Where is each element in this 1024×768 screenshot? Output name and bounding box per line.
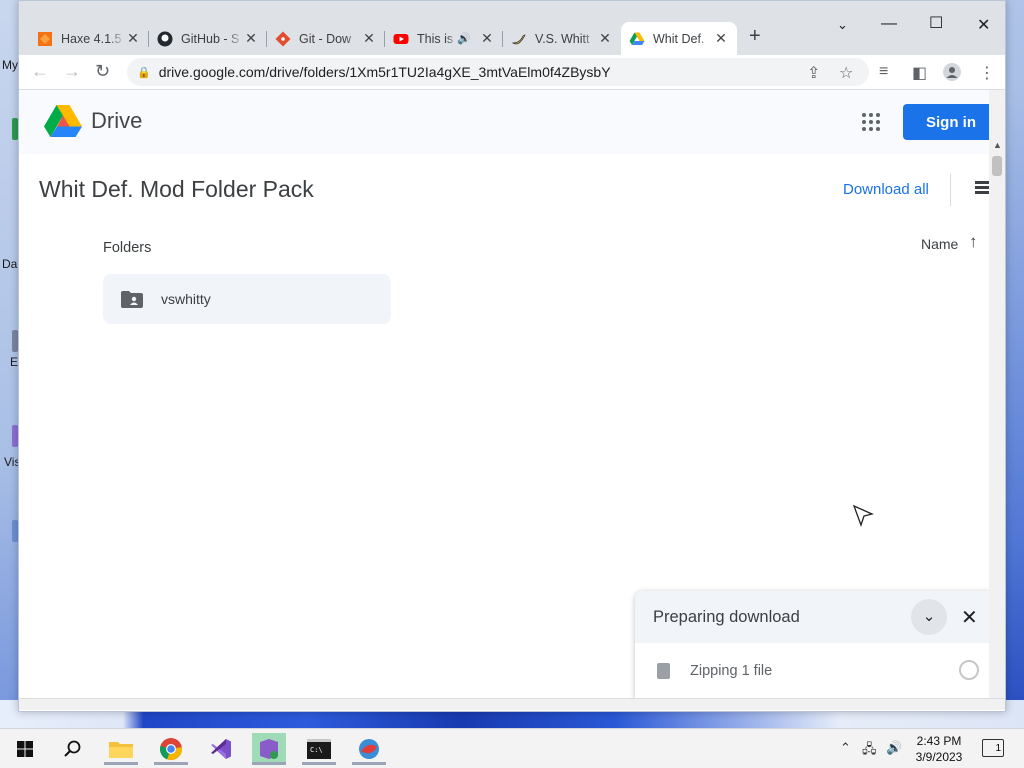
audio-playing-icon[interactable]: 🔊 <box>457 32 471 45</box>
scroll-up-icon[interactable]: ▲ <box>993 140 1002 150</box>
new-tab-button[interactable]: + <box>749 25 761 48</box>
show-hidden-icons-icon[interactable]: ⌃ <box>840 740 851 756</box>
tab-github[interactable]: GitHub - S ✕ <box>149 22 267 55</box>
scrollbar-thumb[interactable] <box>992 156 1002 176</box>
download-status-text: Zipping 1 file <box>690 663 773 679</box>
tab-label: This is <box>417 31 454 46</box>
close-tab-icon[interactable]: ✕ <box>361 30 377 47</box>
tab-label: Git - Dow <box>299 31 352 46</box>
tab-haxe[interactable]: Haxe 4.1.5 ✕ <box>29 22 149 55</box>
download-panel-header: Preparing download ⌄ ✕ <box>635 591 995 643</box>
banana-icon <box>511 34 526 44</box>
svg-text:C:\: C:\ <box>310 746 323 754</box>
command-prompt-icon[interactable]: C:\ <box>302 733 336 765</box>
maximize-button[interactable]: ☐ <box>929 13 943 33</box>
mouse-cursor-icon <box>852 504 874 527</box>
close-tab-icon[interactable]: ✕ <box>713 30 729 47</box>
close-tab-icon[interactable]: ✕ <box>125 30 141 47</box>
git-icon <box>275 31 291 46</box>
url-text: drive.google.com/drive/folders/1Xm5r1TU2… <box>158 64 611 80</box>
profile-avatar-icon[interactable] <box>943 63 961 81</box>
tab-strip: Haxe 4.1.5 ✕ GitHub - S ✕ Git - Dow ✕ Th… <box>19 1 1005 55</box>
notification-count: 1 <box>995 743 1001 754</box>
download-panel-title: Preparing download <box>653 608 800 626</box>
google-drive-logo-icon <box>44 105 82 137</box>
tab-drive-active[interactable]: Whit Def. ✕ <box>621 22 737 55</box>
sort-by-name-button[interactable]: Name <box>921 236 958 252</box>
tab-label: GitHub - S <box>181 31 240 46</box>
forward-button[interactable]: → <box>63 61 81 82</box>
sign-in-button[interactable]: Sign in <box>903 104 999 140</box>
close-tab-icon[interactable]: ✕ <box>243 30 259 47</box>
reload-button[interactable]: ↻ <box>95 61 110 82</box>
divider <box>950 174 951 206</box>
drive-icon <box>629 32 645 45</box>
browser-toolbar: ← → ↻ 🔒 drive.google.com/drive/folders/1… <box>19 55 1005 90</box>
page-title: Whit Def. Mod Folder Pack <box>39 176 314 202</box>
drive-page: Drive Sign in Whit Def. Mod Folder Pack … <box>19 90 999 699</box>
visual-studio-icon[interactable] <box>204 733 238 765</box>
desktop-label-da: Da <box>2 257 18 271</box>
close-icon[interactable]: ✕ <box>961 605 978 630</box>
progress-spinner-icon <box>959 660 979 680</box>
vertical-scrollbar[interactable]: ▲ <box>989 90 1005 698</box>
file-explorer-icon[interactable] <box>104 733 138 765</box>
haxe-icon <box>38 31 52 46</box>
drive-product-name: Drive <box>91 108 143 133</box>
lock-icon[interactable]: 🔒 <box>137 66 151 79</box>
address-bar[interactable]: 🔒 drive.google.com/drive/folders/1Xm5r1T… <box>127 58 869 86</box>
tab-label: Whit Def. <box>653 31 705 46</box>
browser-menu-icon[interactable]: ⋮ <box>979 63 995 83</box>
tab-vs-whitty[interactable]: V.S. Whitt ✕ <box>503 22 621 55</box>
youtube-icon <box>393 33 409 44</box>
haxe-game-icon[interactable] <box>352 733 386 765</box>
github-icon <box>157 31 173 46</box>
search-icon[interactable] <box>56 733 90 765</box>
minimize-button[interactable]: — <box>881 15 897 33</box>
bookmark-star-icon[interactable]: ☆ <box>839 63 853 83</box>
system-clock[interactable]: 2:43 PM 3/9/2023 <box>912 733 966 765</box>
notification-center-icon[interactable]: 1 <box>982 739 1004 757</box>
close-window-button[interactable]: ✕ <box>977 15 990 35</box>
taskbar: C:\ ⌃ 🖧 🔊 2:43 PM 3/9/2023 1 <box>0 728 1024 768</box>
network-icon[interactable]: 🖧 <box>862 740 877 762</box>
media-control-icon[interactable]: ≡ <box>879 63 888 81</box>
drive-header: Drive Sign in <box>19 90 999 154</box>
folder-item[interactable]: vswhitty <box>103 274 391 324</box>
close-tab-icon[interactable]: ✕ <box>597 30 613 47</box>
clock-date: 3/9/2023 <box>915 750 963 764</box>
tab-label: V.S. Whitt <box>535 31 590 46</box>
tab-label: Haxe 4.1.5 <box>61 31 122 46</box>
browser-window: Haxe 4.1.5 ✕ GitHub - S ✕ Git - Dow ✕ Th… <box>18 0 1006 712</box>
side-panel-icon[interactable]: ◧ <box>912 63 927 83</box>
desktop-label-my: My <box>2 58 18 72</box>
file-icon <box>657 663 670 679</box>
download-all-button[interactable]: Download all <box>843 181 929 198</box>
clock-time: 2:43 PM <box>916 734 962 748</box>
installer-app-icon[interactable] <box>252 733 286 765</box>
desktop-label-e: E <box>10 355 19 369</box>
collapse-chevron-icon[interactable]: ⌄ <box>911 599 947 635</box>
folder-name: vswhitty <box>161 291 211 307</box>
windows-start-icon[interactable] <box>8 733 42 765</box>
horizontal-scrollbar[interactable] <box>19 698 1005 710</box>
close-tab-icon[interactable]: ✕ <box>479 30 495 47</box>
tab-youtube[interactable]: This is 🔊 ✕ <box>385 22 503 55</box>
share-icon[interactable]: ⇪ <box>807 63 820 83</box>
google-apps-icon[interactable] <box>862 113 880 131</box>
chrome-icon[interactable] <box>154 733 188 765</box>
shared-folder-icon <box>121 290 143 308</box>
tab-git[interactable]: Git - Dow ✕ <box>267 22 385 55</box>
download-panel: Preparing download ⌄ ✕ Zipping 1 file <box>635 591 995 699</box>
sort-ascending-icon[interactable]: ↑ <box>969 232 978 252</box>
tab-search-icon[interactable]: ⌄ <box>837 17 848 33</box>
back-button[interactable]: ← <box>31 61 49 82</box>
volume-icon[interactable]: 🔊 <box>886 740 902 756</box>
folders-section-label: Folders <box>103 240 152 256</box>
